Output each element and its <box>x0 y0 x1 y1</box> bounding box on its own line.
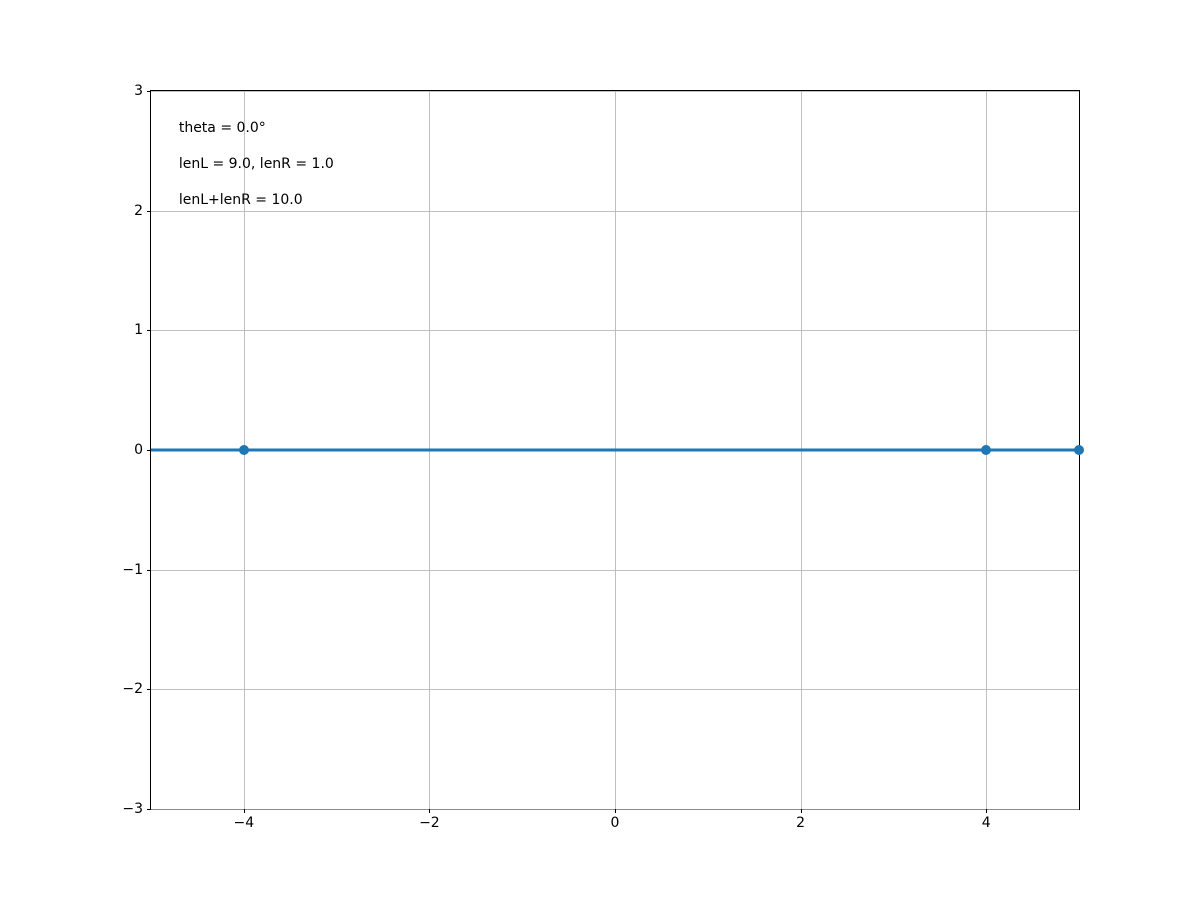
x-tick-label: −4 <box>233 815 254 831</box>
data-line <box>151 449 1079 452</box>
x-tick-label: 4 <box>982 815 991 831</box>
data-point <box>1074 445 1084 455</box>
y-tick-label: −2 <box>122 681 143 697</box>
y-tick <box>147 211 151 212</box>
y-tick-label: 3 <box>134 83 143 99</box>
y-tick <box>147 330 151 331</box>
x-tick-label: −2 <box>419 815 440 831</box>
x-tick <box>986 809 987 813</box>
y-tick <box>147 91 151 92</box>
x-tick <box>801 809 802 813</box>
y-tick <box>147 570 151 571</box>
annotation-lengths: lenL = 9.0, lenR = 1.0 <box>179 156 334 172</box>
y-tick-label: 0 <box>134 442 143 458</box>
x-tick <box>244 809 245 813</box>
x-tick <box>429 809 430 813</box>
y-tick-label: −1 <box>122 562 143 578</box>
y-tick-label: 2 <box>134 203 143 219</box>
data-point <box>239 445 249 455</box>
figure: −4 −2 0 2 4 −3 −2 −1 0 1 2 3 theta = 0.0… <box>0 0 1200 900</box>
chart-axes: −4 −2 0 2 4 −3 −2 −1 0 1 2 3 theta = 0.0… <box>150 90 1080 810</box>
gridline-h <box>151 570 1079 571</box>
x-tick-label: 0 <box>611 815 620 831</box>
gridline-h <box>151 330 1079 331</box>
x-tick <box>615 809 616 813</box>
y-tick <box>147 809 151 810</box>
x-tick-label: 2 <box>796 815 805 831</box>
y-tick-label: 1 <box>134 322 143 338</box>
y-tick-label: −3 <box>122 801 143 817</box>
gridline-h <box>151 91 1079 92</box>
gridline-h <box>151 211 1079 212</box>
gridline-h <box>151 689 1079 690</box>
annotation-sum: lenL+lenR = 10.0 <box>179 192 303 208</box>
y-tick <box>147 689 151 690</box>
annotation-theta: theta = 0.0° <box>179 120 266 136</box>
data-point <box>981 445 991 455</box>
